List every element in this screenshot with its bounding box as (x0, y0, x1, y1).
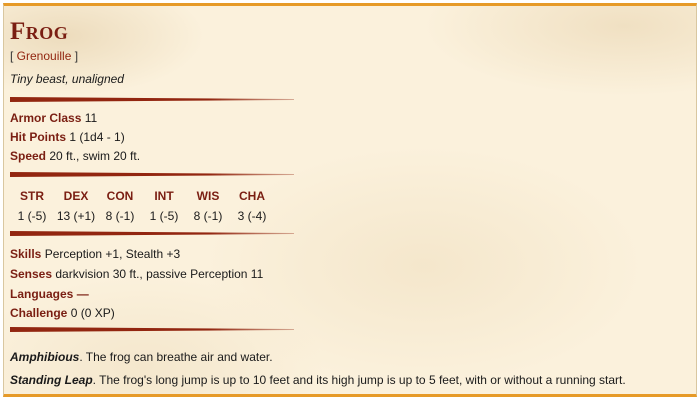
alt-name: [ Grenouille ] (10, 49, 79, 63)
monster-name: Frog (10, 18, 69, 45)
challenge-value: 0 (0 XP) (70, 306, 115, 320)
stat-block: Frog [ Grenouille ] Tiny beast, unaligne… (3, 3, 697, 397)
languages-label: Languages (10, 287, 74, 301)
challenge-line: Challenge 0 (0 XP) (10, 305, 115, 321)
armor-class-line: Armor Class 11 (10, 110, 97, 126)
ability-int: INT 1 (-5) (142, 188, 186, 224)
hit-points-value: 1 (1d4 - 1) (69, 130, 125, 144)
languages-value: — (76, 287, 89, 301)
trait-standing-leap: Standing Leap. The frog's long jump is u… (10, 373, 626, 387)
skills-value: Perception +1, Stealth +3 (44, 247, 181, 261)
speed-value: 20 ft., swim 20 ft. (49, 149, 141, 163)
speed-label: Speed (10, 149, 47, 163)
ability-cha: CHA 3 (-4) (230, 188, 274, 224)
monster-meta: Tiny beast, unaligned (10, 72, 124, 86)
ability-abbr: STR (20, 189, 44, 203)
ability-score: 1 (-5) (149, 209, 179, 223)
trait-text: The frog can breathe air and water. (85, 350, 273, 364)
ability-str: STR 1 (-5) (10, 188, 54, 224)
ability-abbr: INT (154, 189, 174, 203)
trait-text: The frog's long jump is up to 10 feet an… (99, 373, 626, 387)
ability-wis: WIS 8 (-1) (186, 188, 230, 224)
hit-points-line: Hit Points 1 (1d4 - 1) (10, 129, 125, 145)
challenge-label: Challenge (10, 306, 68, 320)
ability-dex: DEX 13 (+1) (54, 188, 98, 224)
ability-score: 3 (-4) (237, 209, 267, 223)
ability-abbr: DEX (63, 189, 89, 203)
senses-value: darkvision 30 ft., passive Perception 11 (55, 267, 264, 281)
armor-class-value: 11 (84, 111, 98, 125)
armor-class-label: Armor Class (10, 111, 82, 125)
ability-score: 8 (-1) (105, 209, 135, 223)
ability-abbr: CHA (239, 189, 265, 203)
ability-score: 8 (-1) (193, 209, 223, 223)
trait-name: Standing Leap (10, 373, 93, 387)
divider-rule (10, 97, 294, 102)
ability-abbr: WIS (196, 189, 220, 203)
ability-score: 13 (+1) (56, 209, 96, 223)
ability-con: CON 8 (-1) (98, 188, 142, 224)
divider-rule (10, 172, 294, 177)
skills-line: Skills Perception +1, Stealth +3 (10, 246, 180, 262)
divider-rule (10, 327, 294, 332)
skills-label: Skills (10, 247, 42, 261)
ability-abbr: CON (106, 189, 134, 203)
hit-points-label: Hit Points (10, 130, 66, 144)
divider-rule (10, 231, 294, 236)
languages-line: Languages — (10, 286, 89, 302)
speed-line: Speed 20 ft., swim 20 ft. (10, 148, 140, 164)
ability-score: 1 (-5) (17, 209, 47, 223)
alt-name-link[interactable]: Grenouille (17, 49, 72, 63)
senses-line: Senses darkvision 30 ft., passive Percep… (10, 266, 263, 282)
senses-label: Senses (10, 267, 53, 281)
trait-amphibious: Amphibious. The frog can breathe air and… (10, 350, 273, 364)
trait-name: Amphibious (10, 350, 80, 364)
